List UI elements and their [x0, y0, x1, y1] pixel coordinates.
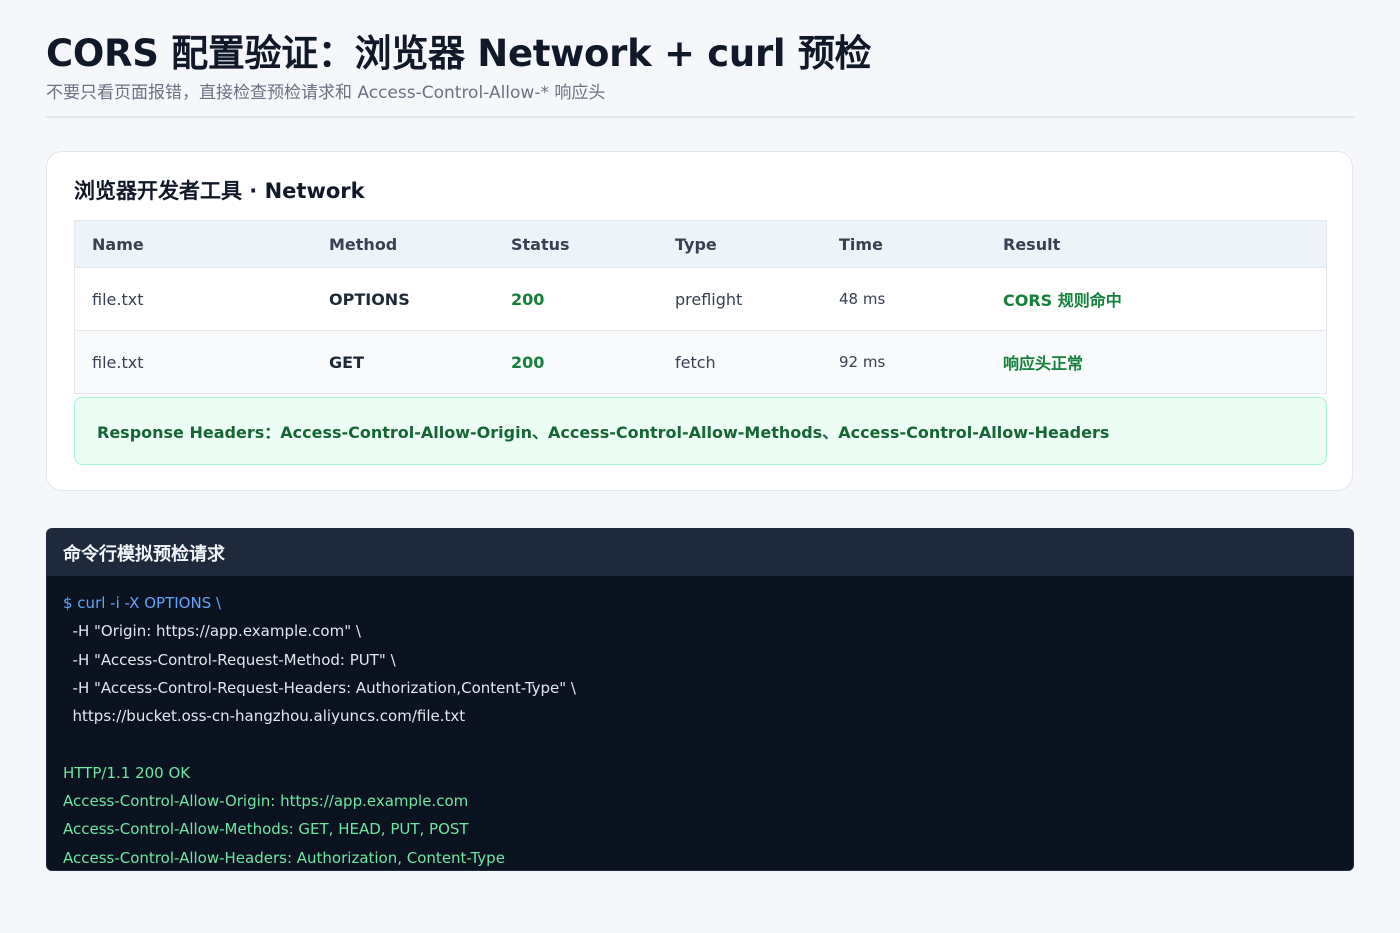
column-header-type[interactable]: Type — [675, 221, 717, 267]
page-title: CORS 配置验证：浏览器 Network + curl 预检 — [46, 32, 872, 75]
request-name: file.txt — [92, 352, 144, 372]
terminal-line: -H "Origin: https://app.example.com" \ — [63, 622, 361, 641]
request-status: 200 — [511, 352, 545, 372]
table-row[interactable]: file.txt GET 200 fetch 92 ms 响应头正常 — [75, 330, 1326, 393]
network-card: 浏览器开发者工具 · Network Name Method Status Ty… — [46, 151, 1353, 491]
terminal-line: Access-Control-Allow-Origin: https://app… — [63, 792, 469, 811]
request-type: fetch — [675, 352, 716, 372]
request-time: 48 ms — [839, 290, 886, 308]
terminal-line: Access-Control-Allow-Methods: GET, HEAD,… — [63, 820, 469, 839]
column-header-name[interactable]: Name — [92, 221, 144, 267]
page: CORS 配置验证：浏览器 Network + curl 预检 不要只看页面报错… — [0, 0, 1400, 933]
request-result: CORS 规则命中 — [1003, 291, 1122, 310]
terminal-line: $ curl -i -X OPTIONS \ — [63, 594, 222, 612]
page-subtitle: 不要只看页面报错，直接检查预检请求和 Access-Control-Allow-… — [46, 83, 606, 103]
request-result: 响应头正常 — [1003, 354, 1084, 373]
terminal-line: HTTP/1.1 200 OK — [63, 763, 191, 782]
terminal-line: Access-Control-Allow-Headers: Authorizat… — [63, 848, 505, 867]
column-header-result[interactable]: Result — [1003, 221, 1060, 267]
terminal-line: -H "Access-Control-Request-Method: PUT" … — [63, 650, 396, 669]
terminal-panel: 命令行模拟预检请求 $ curl -i -X OPTIONS \ -H "Ori… — [46, 528, 1354, 871]
terminal-title: 命令行模拟预检请求 — [47, 529, 1353, 576]
column-header-status[interactable]: Status — [511, 221, 570, 267]
network-card-title: 浏览器开发者工具 · Network — [74, 179, 365, 203]
request-type: preflight — [675, 289, 743, 309]
request-time: 92 ms — [839, 353, 886, 371]
column-header-time[interactable]: Time — [839, 221, 883, 267]
network-table-header: Name Method Status Type Time Result — [75, 221, 1326, 267]
column-header-method[interactable]: Method — [329, 221, 397, 267]
header-divider — [46, 116, 1355, 118]
terminal-line: -H "Access-Control-Request-Headers: Auth… — [63, 678, 576, 697]
request-name: file.txt — [92, 289, 144, 309]
terminal-output[interactable]: $ curl -i -X OPTIONS \ -H "Origin: https… — [63, 589, 576, 870]
request-status: 200 — [511, 289, 545, 309]
request-method: GET — [329, 352, 364, 372]
request-method: OPTIONS — [329, 289, 410, 309]
response-headers-note: Response Headers：Access-Control-Allow-Or… — [74, 397, 1327, 465]
table-row[interactable]: file.txt OPTIONS 200 preflight 48 ms COR… — [75, 267, 1326, 330]
network-table: Name Method Status Type Time Result file… — [74, 220, 1327, 394]
terminal-line: https://bucket.oss-cn-hangzhou.aliyuncs.… — [63, 707, 466, 726]
